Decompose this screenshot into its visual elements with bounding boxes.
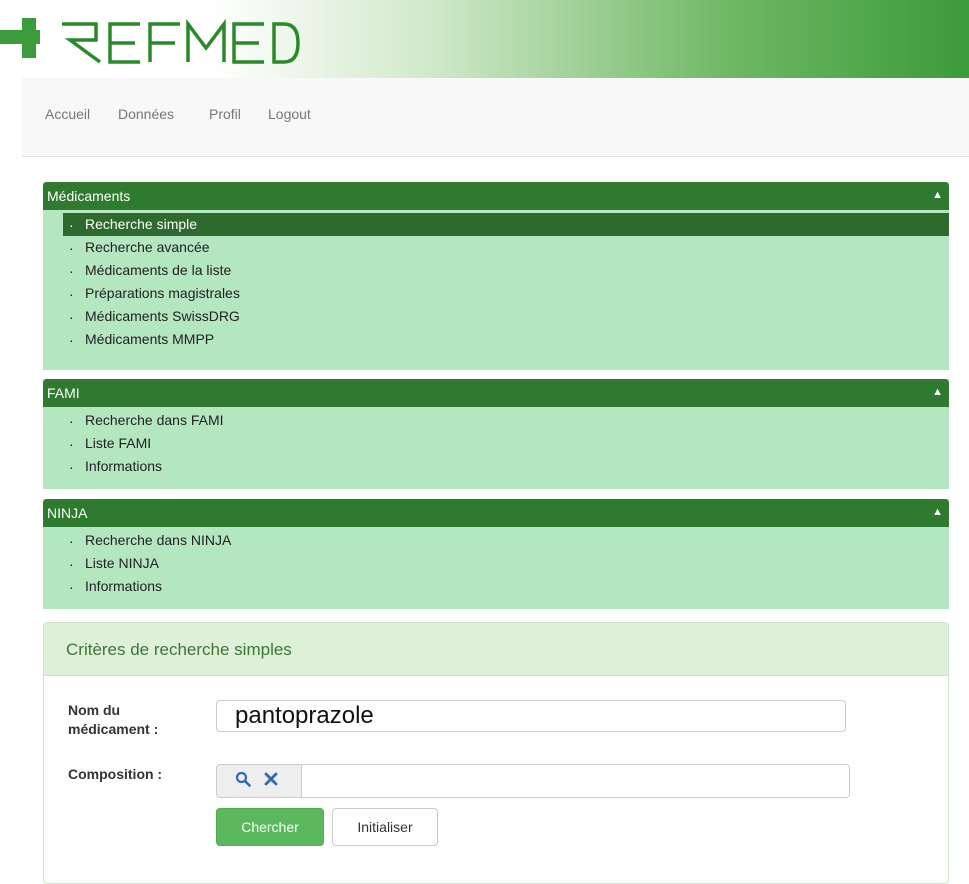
composition-label: Composition : xyxy=(68,766,163,782)
nav-logout[interactable]: Logout xyxy=(268,106,311,122)
bullet: · xyxy=(69,217,74,233)
menu-item-label: Recherche avancée xyxy=(85,239,210,255)
top-navbar: Accueil Données Profil Logout xyxy=(22,78,969,157)
menu-item-informations-ninja[interactable]: · Informations xyxy=(43,575,949,598)
collapse-icon[interactable]: ▲ xyxy=(932,189,943,201)
menu-item-recherche-fami[interactable]: · Recherche dans FAMI xyxy=(43,409,949,432)
search-criteria-panel: Critères de recherche simples Nom du méd… xyxy=(43,622,949,884)
search-button[interactable]: Chercher xyxy=(216,808,324,846)
bullet: · xyxy=(69,413,74,429)
nav-accueil[interactable]: Accueil xyxy=(45,106,90,122)
menu-item-label: Préparations magistrales xyxy=(85,285,240,301)
reset-button[interactable]: Initialiser xyxy=(332,808,438,846)
menu-item-label: Médicaments de la liste xyxy=(85,262,232,278)
menu-fami-header[interactable]: FAMI ▲ xyxy=(43,379,949,407)
refmed-logo[interactable] xyxy=(0,10,300,70)
bullet: · xyxy=(69,309,74,325)
menu-item-medicaments-liste[interactable]: · Médicaments de la liste xyxy=(43,259,949,282)
bullet: · xyxy=(69,436,74,452)
menu-title: FAMI xyxy=(47,385,80,401)
collapse-icon[interactable]: ▲ xyxy=(932,506,943,518)
menu-item-liste-ninja[interactable]: · Liste NINJA xyxy=(43,552,949,575)
menu-item-mmpp[interactable]: · Médicaments MMPP xyxy=(43,328,949,351)
composition-input-group xyxy=(216,764,850,798)
menu-item-label: Liste NINJA xyxy=(85,555,159,571)
name-label-line1: Nom du xyxy=(68,702,121,718)
composition-input[interactable] xyxy=(301,764,850,798)
bullet: · xyxy=(69,579,74,595)
collapse-icon[interactable]: ▲ xyxy=(932,386,943,398)
menu-item-recherche-ninja[interactable]: · Recherche dans NINJA xyxy=(43,529,949,552)
menu-title: Médicaments xyxy=(47,188,131,204)
composition-addon xyxy=(216,764,302,798)
name-label-line2: médicament : xyxy=(68,721,159,737)
menu-item-label: Médicaments MMPP xyxy=(85,331,215,347)
menu-title: NINJA xyxy=(47,505,88,521)
menu-item-informations-fami[interactable]: · Informations xyxy=(43,455,949,478)
nav-profil[interactable]: Profil xyxy=(209,106,241,122)
menu-item-label: Liste FAMI xyxy=(85,435,152,451)
bullet: · xyxy=(69,286,74,302)
menu-item-label: Informations xyxy=(85,458,163,474)
bullet: · xyxy=(69,332,74,348)
panel-header: Critères de recherche simples xyxy=(44,623,948,676)
header-banner xyxy=(0,0,969,78)
nav-donnees[interactable]: Données xyxy=(118,106,174,122)
menu-medicaments: Médicaments ▲ · Recherche simple · Reche… xyxy=(43,182,949,370)
menu-item-label: Médicaments SwissDRG xyxy=(85,308,240,324)
panel-title: Critères de recherche simples xyxy=(66,640,292,659)
bullet: · xyxy=(69,459,74,475)
bullet: · xyxy=(69,240,74,256)
menu-fami: FAMI ▲ · Recherche dans FAMI · Liste FAM… xyxy=(43,379,949,489)
menu-item-label: Recherche dans FAMI xyxy=(85,412,224,428)
menu-item-recherche-simple[interactable]: · Recherche simple xyxy=(63,213,949,236)
menu-medicaments-header[interactable]: Médicaments ▲ xyxy=(43,182,949,210)
menu-item-label: Recherche simple xyxy=(85,216,198,232)
menu-ninja: NINJA ▲ · Recherche dans NINJA · Liste N… xyxy=(43,499,949,609)
menu-item-swissdrg[interactable]: · Médicaments SwissDRG xyxy=(43,305,949,328)
bullet: · xyxy=(69,263,74,279)
menu-item-label: Informations xyxy=(85,578,163,594)
search-icon[interactable] xyxy=(235,771,251,792)
bullet: · xyxy=(69,556,74,572)
close-icon[interactable] xyxy=(263,771,279,792)
name-label: Nom du médicament : xyxy=(68,701,158,739)
bullet: · xyxy=(69,533,74,549)
menu-item-label: Recherche dans NINJA xyxy=(85,532,232,548)
medication-name-input[interactable] xyxy=(216,700,846,732)
menu-item-liste-fami[interactable]: · Liste FAMI xyxy=(43,432,949,455)
menu-ninja-header[interactable]: NINJA ▲ xyxy=(43,499,949,527)
menu-item-recherche-avancee[interactable]: · Recherche avancée xyxy=(43,236,949,259)
menu-item-preparations[interactable]: · Préparations magistrales xyxy=(43,282,949,305)
